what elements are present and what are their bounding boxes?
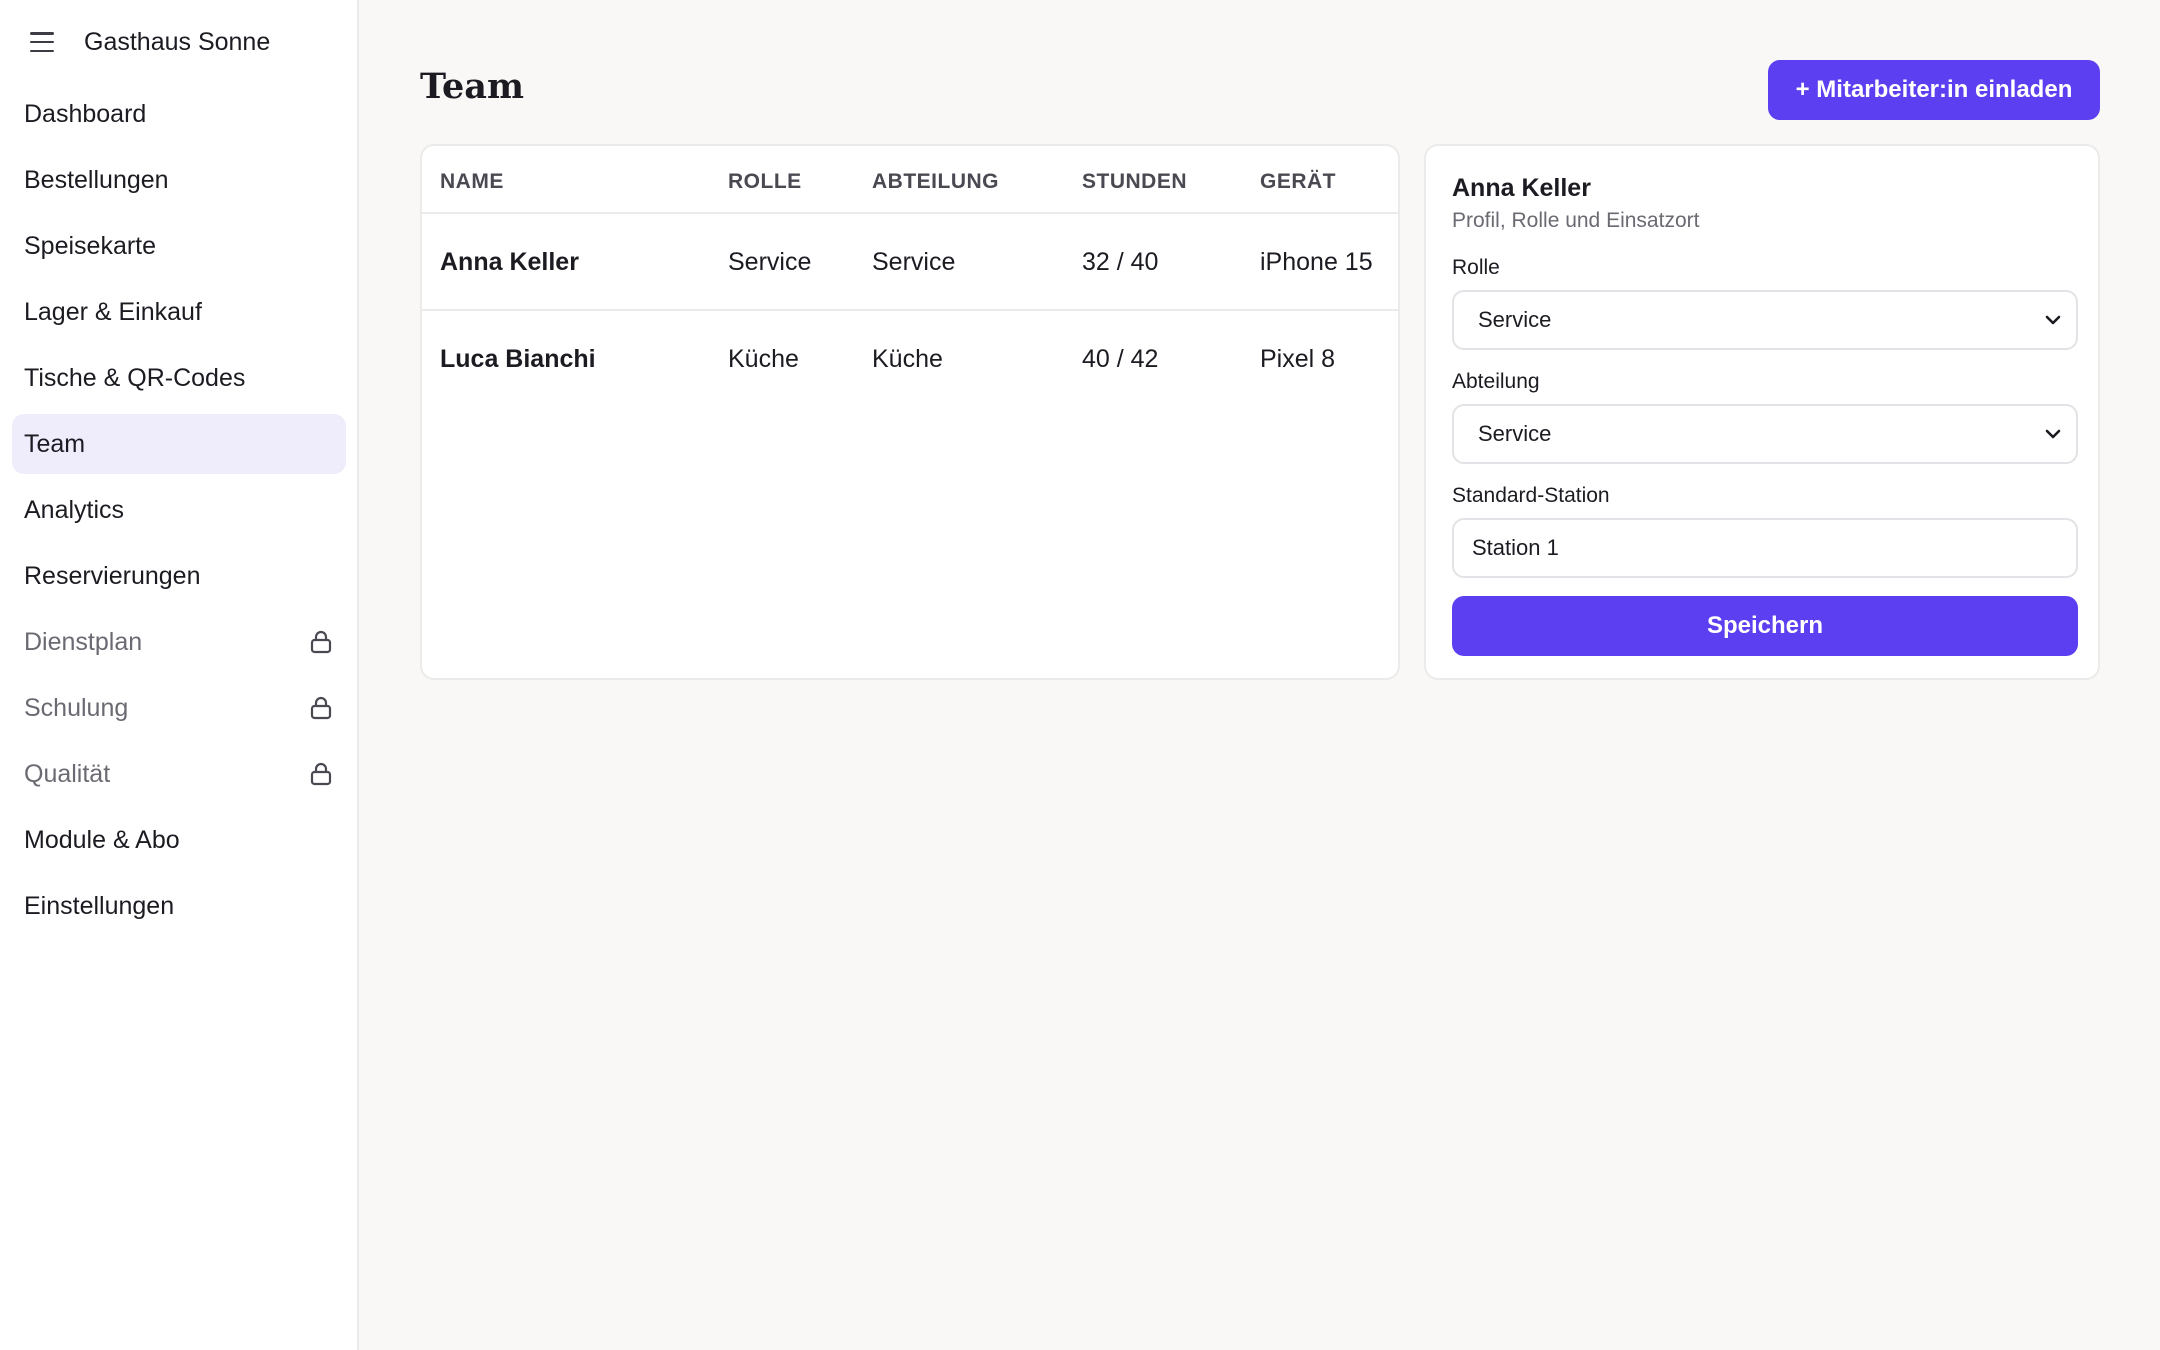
column-header-stunden[interactable]: STUNDEN: [1082, 170, 1187, 194]
sidebar-item-label: Analytics: [24, 495, 125, 524]
sidebar-item-label: Dienstplan: [24, 627, 143, 656]
sidebar-item-team[interactable]: Team: [12, 414, 346, 474]
cell-rolle: Service: [728, 248, 812, 276]
brand: Gasthaus Sonne: [28, 26, 270, 58]
column-header-geraet[interactable]: GERÄT: [1260, 170, 1336, 194]
cell-rolle: Küche: [728, 345, 799, 373]
sidebar-item-dienstplan[interactable]: Dienstplan: [12, 612, 346, 672]
sidebar-item-tische-qr-codes[interactable]: Tische & QR-Codes: [12, 348, 346, 408]
detail-employee-name: Anna Keller: [1452, 174, 1591, 202]
chevron-down-icon: [2045, 429, 2061, 439]
station-input[interactable]: [1452, 518, 2078, 578]
sidebar-item-label: Reservierungen: [24, 561, 201, 590]
sidebar-item-qualitaet[interactable]: Qualität: [12, 744, 346, 804]
detail-subtitle: Profil, Rolle und Einsatzort: [1452, 209, 1700, 232]
table-header: NAME ROLLE ABTEILUNG STUNDEN GERÄT: [422, 146, 1398, 214]
column-header-rolle[interactable]: ROLLE: [728, 170, 802, 194]
lock-icon: [310, 762, 332, 786]
sidebar-item-einstellungen[interactable]: Einstellungen: [12, 876, 346, 936]
sidebar-item-label: Qualität: [24, 759, 111, 788]
cell-abteilung: Küche: [872, 345, 943, 373]
cell-geraet: Pixel 8: [1260, 345, 1336, 373]
chevron-down-icon: [2045, 315, 2061, 325]
sidebar-item-bestellungen[interactable]: Bestellungen: [12, 150, 346, 210]
sidebar-item-label: Schulung: [24, 693, 129, 722]
department-select[interactable]: Service: [1452, 404, 2078, 464]
cell-abteilung: Service: [872, 248, 956, 276]
sidebar-item-label: Module & Abo: [24, 825, 180, 854]
table-row[interactable]: Anna Keller Service Service 32 / 40 iPho…: [422, 214, 1398, 311]
lock-icon: [310, 696, 332, 720]
sidebar-item-lager-einkauf[interactable]: Lager & Einkauf: [12, 282, 346, 342]
cell-name: Anna Keller: [440, 248, 579, 276]
sidebar-item-label: Speisekarte: [24, 231, 157, 260]
employee-detail-panel: Anna Keller Profil, Rolle und Einsatzort…: [1424, 144, 2100, 680]
sidebar-item-label: Team: [24, 429, 86, 458]
sidebar-item-schulung[interactable]: Schulung: [12, 678, 346, 738]
sidebar-item-speisekarte[interactable]: Speisekarte: [12, 216, 346, 276]
brand-name: Gasthaus Sonne: [84, 27, 271, 56]
lock-icon: [310, 630, 332, 654]
department-label: Abteilung: [1452, 370, 1540, 393]
hamburger-menu-icon[interactable]: [28, 30, 56, 54]
table-row[interactable]: Luca Bianchi Küche Küche 40 / 42 Pixel 8: [422, 311, 1398, 408]
cell-geraet: iPhone 15: [1260, 248, 1373, 276]
department-select-value: Service: [1478, 421, 1552, 446]
column-header-name[interactable]: NAME: [440, 170, 504, 194]
cell-stunden: 32 / 40: [1082, 248, 1159, 276]
sidebar-item-label: Tische & QR-Codes: [24, 363, 246, 392]
role-select[interactable]: Service: [1452, 290, 2078, 350]
cell-stunden: 40 / 42: [1082, 345, 1159, 373]
team-table: NAME ROLLE ABTEILUNG STUNDEN GERÄT Anna …: [420, 144, 1400, 680]
sidebar-item-dashboard[interactable]: Dashboard: [12, 84, 346, 144]
sidebar: Gasthaus Sonne Dashboard Bestellungen Sp…: [0, 0, 359, 1350]
column-header-abteilung[interactable]: ABTEILUNG: [872, 170, 999, 194]
sidebar-item-label: Dashboard: [24, 99, 147, 128]
sidebar-item-label: Einstellungen: [24, 891, 175, 920]
sidebar-item-label: Lager & Einkauf: [24, 297, 202, 326]
station-label: Standard-Station: [1452, 484, 1610, 507]
role-label: Rolle: [1452, 256, 1500, 279]
save-button[interactable]: Speichern: [1452, 596, 2078, 656]
page-title: Team: [420, 66, 525, 107]
invite-employee-button[interactable]: + Mitarbeiter:in einladen: [1768, 60, 2100, 120]
sidebar-item-analytics[interactable]: Analytics: [12, 480, 346, 540]
role-select-value: Service: [1478, 307, 1552, 332]
cell-name: Luca Bianchi: [440, 345, 596, 373]
sidebar-item-label: Bestellungen: [24, 165, 169, 194]
sidebar-item-reservierungen[interactable]: Reservierungen: [12, 546, 346, 606]
sidebar-item-module-abo[interactable]: Module & Abo: [12, 810, 346, 870]
